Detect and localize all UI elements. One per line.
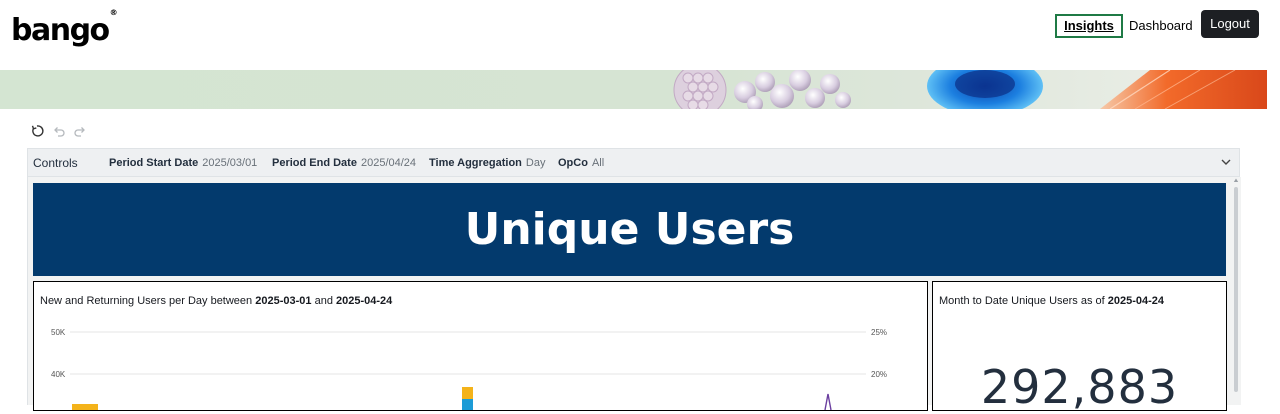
filter-opco[interactable]: OpCo All	[558, 157, 604, 169]
blue-burst-decoration	[927, 70, 1043, 109]
y-tick-left-40k: 40K	[51, 370, 66, 379]
logout-button[interactable]: Logout	[1201, 10, 1259, 38]
nav-insights-link[interactable]: Insights	[1055, 14, 1123, 38]
users-chart[interactable]: 50K 40K 25% 20%	[34, 282, 927, 410]
undo-icon[interactable]	[52, 124, 66, 138]
reset-icon[interactable]	[30, 124, 44, 138]
redo-icon[interactable]	[73, 124, 87, 138]
filter-value: Day	[525, 157, 546, 169]
filter-period-end[interactable]: Period End Date 2025/04/24	[272, 157, 416, 169]
page-title: Unique Users	[33, 183, 1226, 276]
filter-label: Period Start Date	[109, 157, 199, 169]
kpi-panel[interactable]: Month to Date Unique Users as of 2025-04…	[932, 281, 1227, 414]
line-series-peak	[824, 393, 832, 410]
header-banner-image	[0, 70, 1267, 109]
chart-panel[interactable]: New and Returning Users per Day between …	[33, 281, 928, 411]
filter-time-aggregation[interactable]: Time Aggregation Day	[429, 157, 545, 169]
honeycomb-decoration	[673, 70, 727, 109]
registered-mark: ®	[109, 8, 118, 17]
kpi-title-prefix: Month to Date Unique Users as of	[939, 295, 1105, 307]
y-tick-right-25pct: 25%	[871, 328, 887, 337]
filter-value: 2025/04/24	[360, 157, 417, 169]
filter-label: Time Aggregation	[429, 157, 522, 169]
kpi-value: 292,883	[980, 360, 1179, 414]
filter-value: 2025/03/01	[202, 157, 258, 169]
vertical-scrollbar[interactable]	[1233, 182, 1239, 405]
controls-title: Controls	[33, 156, 78, 170]
nav-dashboard-link[interactable]: Dashboard	[1129, 18, 1193, 33]
filter-label: OpCo	[558, 157, 588, 169]
kpi-title: Month to Date Unique Users as of 2025-04…	[939, 295, 1164, 307]
bango-logo[interactable]: bango®	[11, 8, 118, 48]
logo-text: bango	[11, 13, 110, 48]
chevron-down-icon[interactable]	[1221, 157, 1231, 167]
bar-series-a-peak	[462, 387, 473, 399]
kpi-date: 2025-04-24	[1107, 295, 1165, 307]
y-tick-right-20pct: 20%	[871, 370, 887, 379]
scrollbar-thumb[interactable]	[1234, 187, 1238, 392]
filter-value: All	[591, 157, 605, 169]
y-tick-left-50k: 50K	[51, 328, 66, 337]
filter-label: Period End Date	[272, 157, 357, 169]
filter-period-start[interactable]: Period Start Date 2025/03/01	[109, 157, 257, 169]
controls-bar[interactable]: Controls Period Start Date 2025/03/01 Per…	[27, 148, 1240, 177]
